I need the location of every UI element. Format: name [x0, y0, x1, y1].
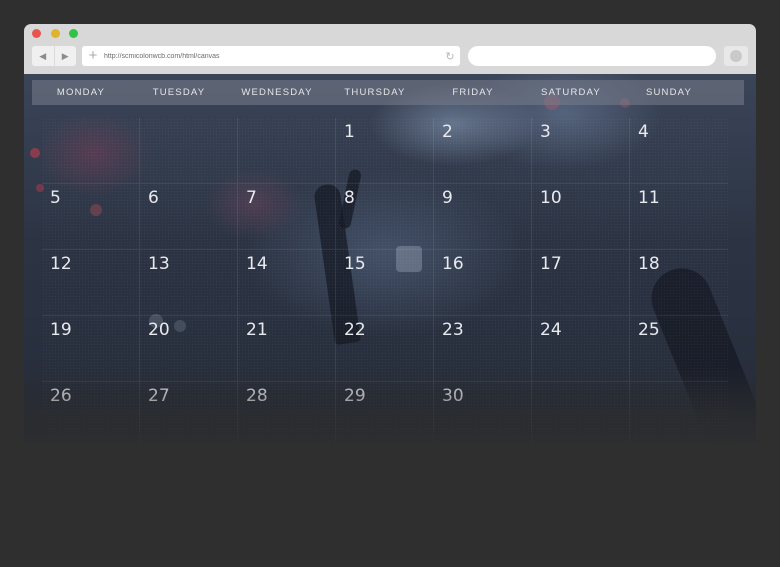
calendar-day-number: 7 [246, 188, 257, 208]
calendar-day-number: 19 [50, 320, 72, 340]
calendar-day-cell[interactable]: 14 [238, 250, 336, 316]
calendar-day-cell[interactable]: 7 [238, 184, 336, 250]
calendar-day-number: 5 [50, 188, 61, 208]
search-field[interactable] [468, 46, 716, 66]
calendar-day-number: 10 [540, 188, 562, 208]
calendar-day-number: 21 [246, 320, 268, 340]
calendar-empty-cell [140, 118, 238, 184]
weekday-label: SATURDAY [541, 87, 601, 98]
calendar-day-cell[interactable]: 8 [336, 184, 434, 250]
calendar-day-cell[interactable]: 11 [630, 184, 728, 250]
navigation-buttons: ◀ ▶ [32, 46, 76, 66]
calendar-day-number: 14 [246, 254, 268, 274]
address-bar[interactable]: + http://scmicolonwcb.com/html/canvas ↻ [82, 46, 460, 66]
page-content: MONDAY TUESDAY WEDNESDAY THURSDAY FRIDAY SATU… [24, 74, 756, 444]
extension-button[interactable] [724, 46, 748, 66]
calendar-day-number: 23 [442, 320, 464, 340]
calendar-day-cell[interactable]: 12 [42, 250, 140, 316]
calendar-day-cell[interactable]: 3 [532, 118, 630, 184]
calendar-day-number: 4 [638, 122, 649, 142]
calendar-day-number: 24 [540, 320, 562, 340]
calendar-day-number: 8 [344, 188, 355, 208]
calendar-day-cell[interactable]: 9 [434, 184, 532, 250]
calendar-day-cell[interactable]: 18 [630, 250, 728, 316]
calendar-day-cell[interactable]: 1 [336, 118, 434, 184]
back-arrow-icon[interactable]: ◀ [32, 46, 54, 66]
calendar-day-cell[interactable]: 4 [630, 118, 728, 184]
calendar-day-cell[interactable]: 16 [434, 250, 532, 316]
weekday-label: WEDNESDAY [241, 87, 313, 98]
calendar-day-number: 18 [638, 254, 660, 274]
calendar-weekday-header: MONDAY TUESDAY WEDNESDAY THURSDAY FRIDAY SATU… [32, 80, 744, 105]
browser-toolbar: ◀ ▶ + http://scmicolonwcb.com/html/canva… [24, 24, 756, 74]
weekday-label: FRIDAY [452, 87, 494, 98]
calendar-day-cell[interactable]: 2 [434, 118, 532, 184]
calendar-day-number: 16 [442, 254, 464, 274]
reload-icon[interactable]: ↻ [440, 50, 460, 63]
address-url[interactable]: http://scmicolonwcb.com/html/canvas [104, 53, 440, 60]
minimize-window-dot[interactable] [51, 29, 60, 38]
calendar-day-number: 12 [50, 254, 72, 274]
calendar-day-number: 3 [540, 122, 551, 142]
weekday-label: MONDAY [56, 87, 106, 98]
calendar-day-number: 11 [638, 188, 660, 208]
calendar-day-cell[interactable]: 6 [140, 184, 238, 250]
calendar-day-number: 9 [442, 188, 453, 208]
forward-arrow-icon[interactable]: ▶ [53, 46, 77, 66]
calendar-day-number: 22 [344, 320, 366, 340]
close-window-dot[interactable] [32, 29, 41, 38]
calendar-day-cell[interactable]: 15 [336, 250, 434, 316]
calendar-empty-cell [238, 118, 336, 184]
calendar-day-number: 17 [540, 254, 562, 274]
calendar-day-number: 6 [148, 188, 159, 208]
calendar-day-number: 15 [344, 254, 366, 274]
calendar-empty-cell [42, 118, 140, 184]
new-tab-plus-icon[interactable]: + [82, 46, 104, 66]
weekday-label: TUESDAY [152, 87, 206, 98]
calendar-day-cell[interactable]: 10 [532, 184, 630, 250]
browser-window: ◀ ▶ + http://scmicolonwcb.com/html/canva… [24, 24, 756, 444]
calendar-day-cell[interactable]: 17 [532, 250, 630, 316]
bottom-fade-overlay [24, 364, 756, 444]
weekday-label: THURSDAY [344, 87, 406, 98]
calendar-day-number: 13 [148, 254, 170, 274]
calendar-day-number: 20 [148, 320, 170, 340]
calendar-day-number: 2 [442, 122, 453, 142]
calendar-day-cell[interactable]: 5 [42, 184, 140, 250]
calendar-day-number: 1 [344, 122, 355, 142]
zoom-window-dot[interactable] [69, 29, 78, 38]
calendar-day-cell[interactable]: 13 [140, 250, 238, 316]
calendar-day-number: 25 [638, 320, 660, 340]
weekday-label: SUNDAY [645, 87, 693, 98]
